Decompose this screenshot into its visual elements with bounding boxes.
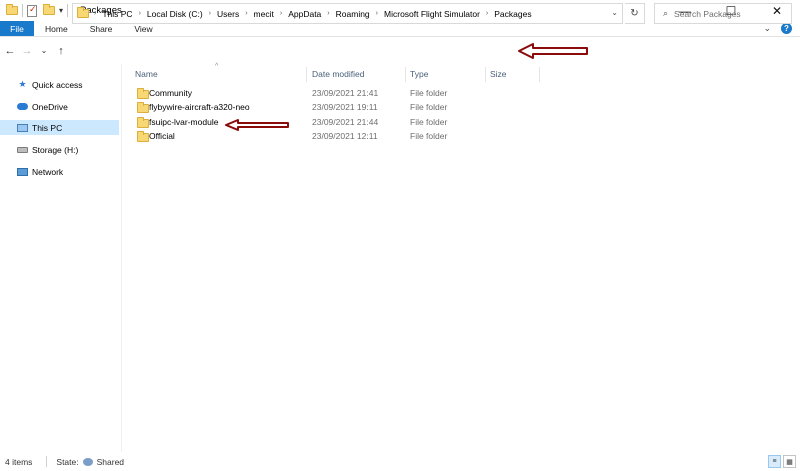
view-switcher: ≡ ▦ (768, 455, 796, 468)
sidebar-item-onedrive[interactable]: OneDrive (0, 99, 119, 114)
breadcrumb-separator[interactable]: › (280, 10, 282, 17)
sidebar-item-label: Network (32, 166, 64, 177)
file-date: 23/09/2021 19:11 (312, 102, 378, 112)
breadcrumb-item[interactable]: Roaming (336, 9, 370, 19)
sidebar-item-this-pc[interactable]: This PC (0, 120, 119, 135)
new-folder-icon[interactable] (43, 4, 55, 15)
toolbar-divider (67, 4, 69, 17)
breadcrumb-separator[interactable]: › (139, 10, 141, 17)
refresh-button[interactable]: ↻ (625, 3, 645, 24)
state-label: State: (56, 456, 79, 467)
column-header-name[interactable]: Name (135, 69, 158, 79)
list-item[interactable]: Community 23/09/2021 21:41 File folder (134, 87, 534, 101)
list-item[interactable]: Official 23/09/2021 12:11 File folder (134, 130, 534, 144)
properties-icon[interactable] (27, 4, 37, 17)
breadcrumb-item[interactable]: Local Disk (C:) (147, 9, 203, 19)
address-bar[interactable]: › This PC › Local Disk (C:) › Users › me… (72, 3, 623, 24)
annotation-arrow-icon (225, 119, 289, 131)
breadcrumb: › This PC › Local Disk (C:) › Users › me… (94, 9, 532, 19)
sidebar-item-label: This PC (32, 122, 63, 133)
column-divider[interactable] (539, 67, 540, 82)
breadcrumb-item[interactable]: Microsoft Flight Simulator (384, 9, 480, 19)
folder-icon[interactable] (6, 4, 18, 15)
sidebar-item-storage[interactable]: Storage (H:) (0, 142, 119, 157)
computer-icon (17, 122, 28, 133)
file-name: flybywire-aircraft-a320-neo (149, 102, 250, 112)
tab-file[interactable]: File (0, 21, 34, 36)
folder-icon (77, 7, 89, 18)
sidebar-item-network[interactable]: Network (0, 164, 119, 179)
breadcrumb-separator[interactable]: › (327, 10, 329, 17)
column-divider[interactable] (485, 67, 486, 82)
breadcrumb-separator[interactable]: › (209, 10, 211, 17)
breadcrumb-separator[interactable]: › (486, 10, 488, 17)
breadcrumb-item[interactable]: mecit (254, 9, 274, 19)
file-name: Official (149, 131, 175, 141)
sort-indicator-icon: ^ (215, 63, 219, 70)
breadcrumb-separator[interactable]: › (376, 10, 378, 17)
column-divider[interactable] (306, 67, 307, 82)
back-button[interactable]: ← (3, 45, 17, 57)
file-name: fsuipc-lvar-module (149, 117, 219, 127)
breadcrumb-separator[interactable]: › (94, 10, 96, 17)
breadcrumb-item[interactable]: This PC (102, 9, 132, 19)
annotation-arrow-icon (518, 43, 588, 59)
file-date: 23/09/2021 12:11 (312, 131, 378, 141)
item-count: 4 items (5, 456, 33, 467)
breadcrumb-item[interactable]: AppData (288, 9, 321, 19)
file-type: File folder (410, 117, 448, 127)
breadcrumb-item[interactable]: Users (217, 9, 239, 19)
sidebar-item-quick-access[interactable]: ★ Quick access (0, 77, 119, 92)
search-placeholder: Search Packages (674, 8, 741, 19)
folder-icon (137, 117, 149, 128)
file-name: Community (149, 88, 192, 98)
file-type: File folder (410, 131, 448, 141)
folder-icon (137, 131, 149, 142)
navigation-pane: ★ Quick access OneDrive This PC Storage … (0, 64, 121, 452)
column-header-type[interactable]: Type (410, 69, 428, 79)
folder-icon (137, 88, 149, 99)
help-icon[interactable]: ? (781, 23, 792, 34)
search-icon: ⌕ (663, 8, 669, 18)
address-dropdown-icon[interactable]: ⌄ (611, 8, 618, 17)
up-button[interactable]: ↑ (54, 45, 68, 57)
recent-locations-button[interactable]: ⌄ (37, 46, 51, 55)
column-divider[interactable] (405, 67, 406, 82)
forward-button[interactable]: → (20, 45, 34, 57)
sidebar-item-label: Quick access (32, 79, 83, 90)
list-item[interactable]: fsuipc-lvar-module 23/09/2021 21:44 File… (134, 116, 534, 130)
network-icon (17, 166, 28, 177)
drive-icon (17, 144, 28, 155)
address-row: ← → ⌄ ↑ (0, 37, 800, 64)
expand-ribbon-icon[interactable]: ⌄ (763, 23, 771, 34)
shared-icon (82, 457, 93, 466)
state-value: Shared (96, 456, 125, 467)
column-header-size[interactable]: Size (490, 69, 507, 79)
file-type: File folder (410, 102, 448, 112)
search-input[interactable]: ⌕ Search Packages (654, 3, 792, 24)
cloud-icon (17, 101, 28, 112)
sidebar-item-label: OneDrive (32, 101, 68, 112)
quick-access-toolbar: ▾ (6, 0, 72, 21)
breadcrumb-separator[interactable]: › (245, 10, 247, 17)
large-icons-view-icon[interactable]: ▦ (783, 455, 796, 468)
folder-icon (137, 102, 149, 113)
status-divider (46, 456, 48, 467)
toolbar-divider (22, 4, 23, 17)
details-view-icon[interactable]: ≡ (768, 455, 781, 468)
file-date: 23/09/2021 21:44 (312, 117, 379, 127)
file-date: 23/09/2021 21:41 (312, 88, 379, 98)
customize-toolbar-dropdown-icon[interactable]: ▾ (59, 6, 63, 15)
column-header-date-modified[interactable]: Date modified (312, 69, 364, 79)
sidebar-item-label: Storage (H:) (32, 144, 79, 155)
file-type: File folder (410, 88, 448, 98)
status-bar: 4 items State: Shared ≡ ▦ (0, 452, 800, 471)
list-item[interactable]: flybywire-aircraft-a320-neo 23/09/2021 1… (134, 101, 534, 115)
star-icon: ★ (18, 79, 27, 89)
breadcrumb-item-current[interactable]: Packages (494, 9, 531, 19)
